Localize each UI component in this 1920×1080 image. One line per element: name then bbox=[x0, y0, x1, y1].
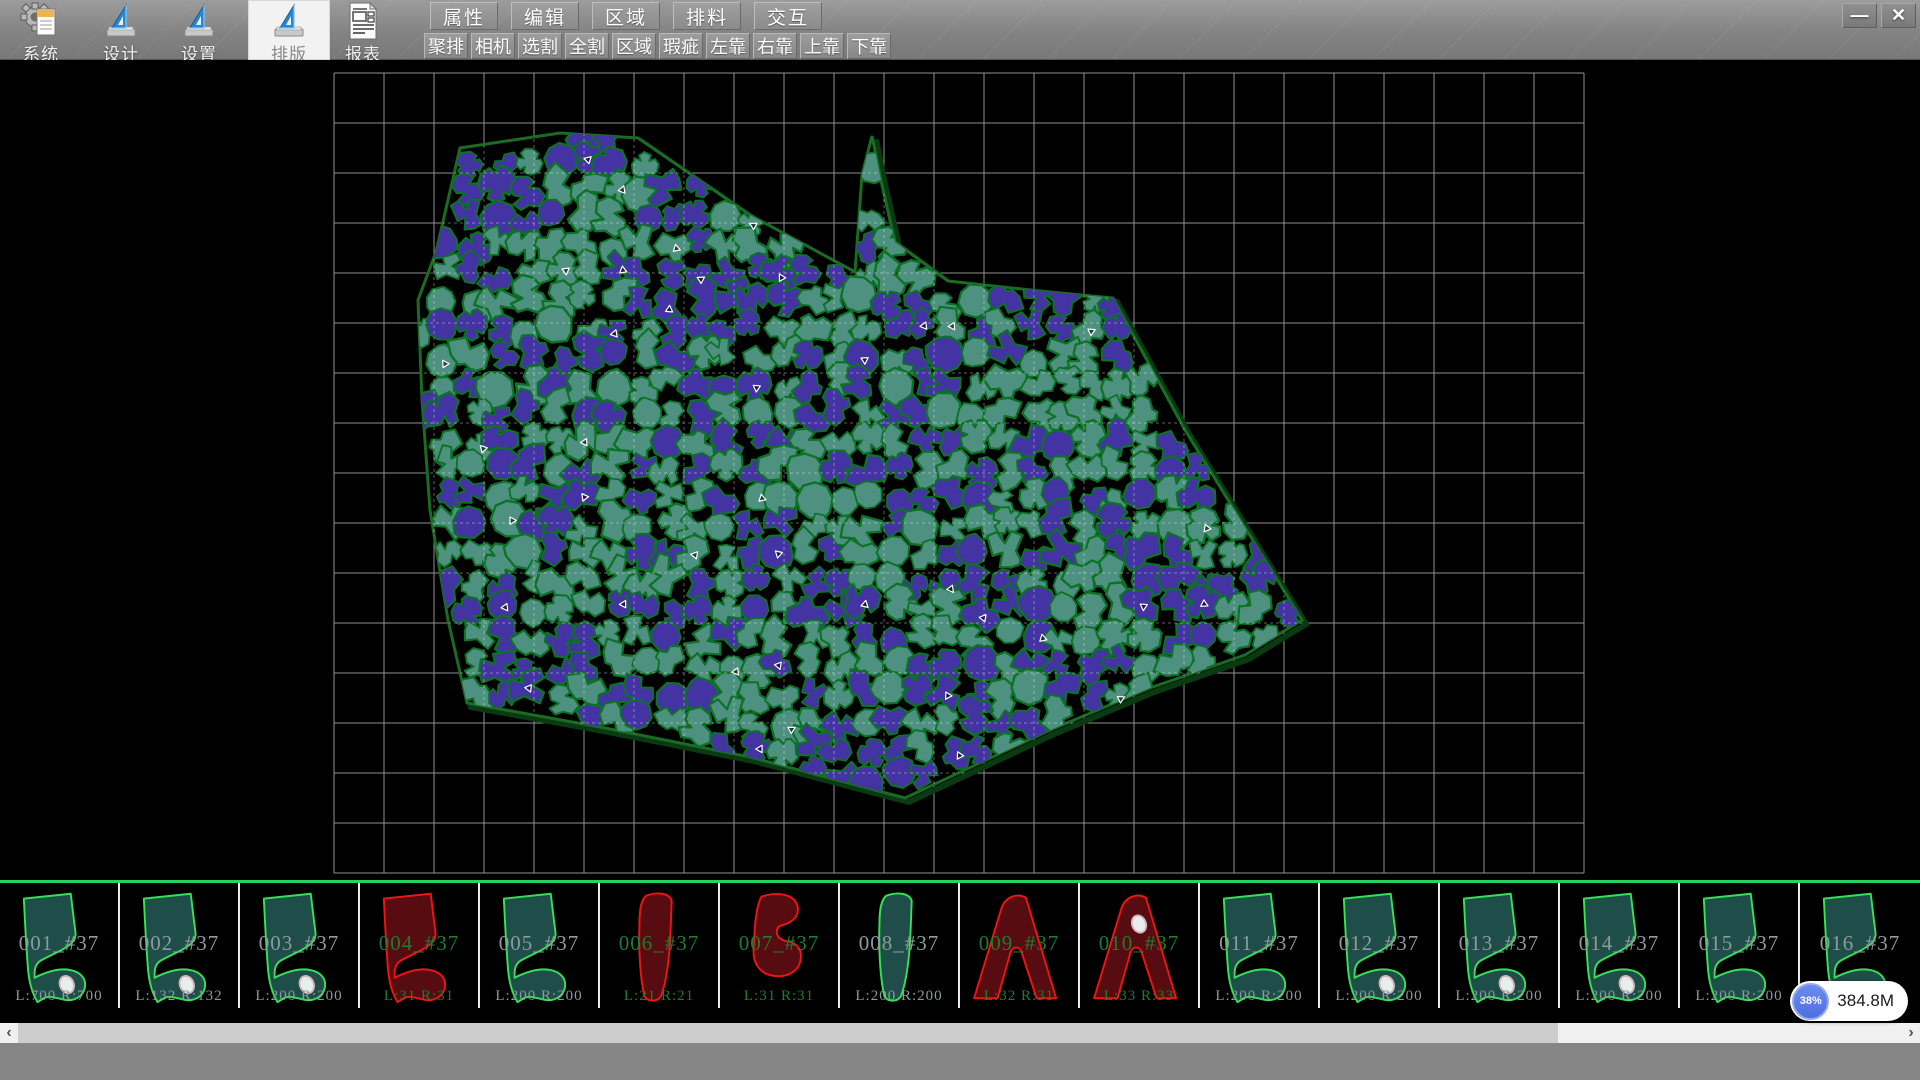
piece-lr-count: L:132 R:132 bbox=[120, 988, 238, 1005]
piece-name: 015_#37 bbox=[1680, 931, 1798, 956]
window-controls: —✕ bbox=[1842, 3, 1916, 28]
app-button-3[interactable]: 设置 bbox=[166, 0, 232, 60]
nesting-canvas-area[interactable] bbox=[0, 60, 1920, 880]
app-button-4[interactable]: 排版 bbox=[248, 0, 330, 60]
piece-lr-count: L:200 R:200 bbox=[1680, 988, 1798, 1005]
piece-name: 004_#37 bbox=[360, 931, 478, 956]
tool-button-9[interactable]: 上靠 bbox=[800, 33, 844, 59]
menu-bar: 属性编辑区域排料交互 bbox=[430, 2, 822, 31]
menu-button-5[interactable]: 交互 bbox=[754, 2, 822, 30]
piece-name: 002_#37 bbox=[120, 931, 238, 956]
piece-name: 008_#37 bbox=[840, 931, 958, 956]
piece-name: 003_#37 bbox=[240, 931, 358, 956]
piece-lr-count: L:700 R:700 bbox=[0, 988, 118, 1005]
minimize-button[interactable]: — bbox=[1842, 3, 1877, 28]
ruler-icon bbox=[101, 2, 141, 40]
piece-thumbnail-013_#37[interactable]: 013_#37 L:200 R:200 bbox=[1440, 883, 1560, 1008]
report-icon bbox=[343, 2, 383, 40]
piece-name: 007_#37 bbox=[720, 931, 838, 956]
piece-thumbnail-003_#37[interactable]: 003_#37 L:200 R:200 bbox=[240, 883, 360, 1008]
piece-thumbnail-005_#37[interactable]: 005_#37 L:200 R:200 bbox=[480, 883, 600, 1008]
scrollbar-thumb[interactable] bbox=[18, 1023, 1558, 1043]
close-button[interactable]: ✕ bbox=[1881, 3, 1916, 28]
piece-thumbnail-014_#37[interactable]: 014_#37 L:200 R:200 bbox=[1560, 883, 1680, 1008]
piece-thumbnail-010_#37[interactable]: 010_#37 L:33 R:33 bbox=[1080, 883, 1200, 1008]
horizontal-scrollbar[interactable]: ‹ › bbox=[0, 1023, 1920, 1043]
piece-lr-count: L:200 R:200 bbox=[840, 988, 958, 1005]
piece-name: 006_#37 bbox=[600, 931, 718, 956]
piece-lr-count: L:200 R:200 bbox=[480, 988, 598, 1005]
tool-button-6[interactable]: 瑕疵 bbox=[659, 33, 703, 59]
piece-thumbnail-009_#37[interactable]: 009_#37 L:32 R:31 bbox=[960, 883, 1080, 1008]
memory-badge: 38% 384.8M bbox=[1790, 981, 1908, 1021]
piece-name: 005_#37 bbox=[480, 931, 598, 956]
nesting-canvas[interactable] bbox=[0, 60, 1920, 880]
piece-name: 014_#37 bbox=[1560, 931, 1678, 956]
memory-value: 384.8M bbox=[1837, 991, 1894, 1011]
app-button-1[interactable]: 系统 bbox=[8, 0, 74, 60]
piece-lr-count: L:200 R:200 bbox=[1200, 988, 1318, 1005]
menu-button-1[interactable]: 属性 bbox=[430, 2, 498, 30]
piece-name: 016_#37 bbox=[1800, 931, 1920, 956]
ruler-icon bbox=[179, 2, 219, 40]
piece-lr-count: L:200 R:200 bbox=[1440, 988, 1558, 1005]
scroll-right-arrow-icon[interactable]: › bbox=[1902, 1023, 1920, 1043]
piece-name: 012_#37 bbox=[1320, 931, 1438, 956]
piece-thumbnail-strip: 001_#37L:700 R:700002_#37L:132 R:132003_… bbox=[0, 880, 1920, 1008]
piece-lr-count: L:200 R:200 bbox=[1320, 988, 1438, 1005]
tool-button-7[interactable]: 左靠 bbox=[706, 33, 750, 59]
tool-bar: 聚排相机选割全割区域瑕疵左靠右靠上靠下靠 bbox=[424, 33, 891, 60]
scroll-left-arrow-icon[interactable]: ‹ bbox=[0, 1023, 18, 1043]
tool-button-3[interactable]: 选割 bbox=[518, 33, 562, 59]
title-bar: 系统设计设置排版报表 属性编辑区域排料交互 聚排相机选割全割区域瑕疵左靠右靠上靠… bbox=[0, 0, 1920, 60]
piece-name: 009_#37 bbox=[960, 931, 1078, 956]
tool-button-8[interactable]: 右靠 bbox=[753, 33, 797, 59]
tool-button-10[interactable]: 下靠 bbox=[847, 33, 891, 59]
app-button-2[interactable]: 设计 bbox=[88, 0, 154, 60]
piece-thumbnail-012_#37[interactable]: 012_#37 L:200 R:200 bbox=[1320, 883, 1440, 1008]
piece-thumbnail-015_#37[interactable]: 015_#37 L:200 R:200 bbox=[1680, 883, 1800, 1008]
piece-thumbnail-006_#37[interactable]: 006_#37 L:21 R:21 bbox=[600, 883, 720, 1008]
menu-button-4[interactable]: 排料 bbox=[673, 2, 741, 30]
piece-thumbnail-008_#37[interactable]: 008_#37 L:200 R:200 bbox=[840, 883, 960, 1008]
application-window: 系统设计设置排版报表 属性编辑区域排料交互 聚排相机选割全割区域瑕疵左靠右靠上靠… bbox=[0, 0, 1920, 1080]
piece-name: 013_#37 bbox=[1440, 931, 1558, 956]
menu-button-3[interactable]: 区域 bbox=[592, 2, 660, 30]
piece-name: 011_#37 bbox=[1200, 931, 1318, 956]
tool-button-2[interactable]: 相机 bbox=[471, 33, 515, 59]
piece-thumbnail-001_#37[interactable]: 001_#37 L:700 R:700 bbox=[0, 883, 120, 1008]
piece-lr-count: L:21 R:21 bbox=[600, 988, 718, 1005]
piece-name: 010_#37 bbox=[1080, 931, 1198, 956]
window-bottom-strip bbox=[0, 1043, 1920, 1080]
piece-thumbnail-002_#37[interactable]: 002_#37 L:132 R:132 bbox=[120, 883, 240, 1008]
tool-button-4[interactable]: 全割 bbox=[565, 33, 609, 59]
memory-percent-indicator: 38% bbox=[1792, 983, 1829, 1020]
ruler-icon bbox=[269, 2, 309, 40]
tool-button-5[interactable]: 区域 bbox=[612, 33, 656, 59]
piece-name: 001_#37 bbox=[0, 931, 118, 956]
piece-lr-count: L:31 R:31 bbox=[720, 988, 838, 1005]
piece-lr-count: L:33 R:33 bbox=[1080, 988, 1198, 1005]
piece-lr-count: L:200 R:200 bbox=[1560, 988, 1678, 1005]
piece-thumbnail-007_#37[interactable]: 007_#37 L:31 R:31 bbox=[720, 883, 840, 1008]
piece-lr-count: L:200 R:200 bbox=[240, 988, 358, 1005]
piece-lr-count: L:31 R:31 bbox=[360, 988, 478, 1005]
piece-lr-count: L:32 R:31 bbox=[960, 988, 1078, 1005]
tool-button-1[interactable]: 聚排 bbox=[424, 33, 468, 59]
gear-doc-icon bbox=[19, 2, 63, 40]
piece-thumbnail-004_#37[interactable]: 004_#37 L:31 R:31 bbox=[360, 883, 480, 1008]
app-button-5[interactable]: 报表 bbox=[330, 0, 396, 60]
menu-button-2[interactable]: 编辑 bbox=[511, 2, 579, 30]
piece-thumbnail-011_#37[interactable]: 011_#37 L:200 R:200 bbox=[1200, 883, 1320, 1008]
